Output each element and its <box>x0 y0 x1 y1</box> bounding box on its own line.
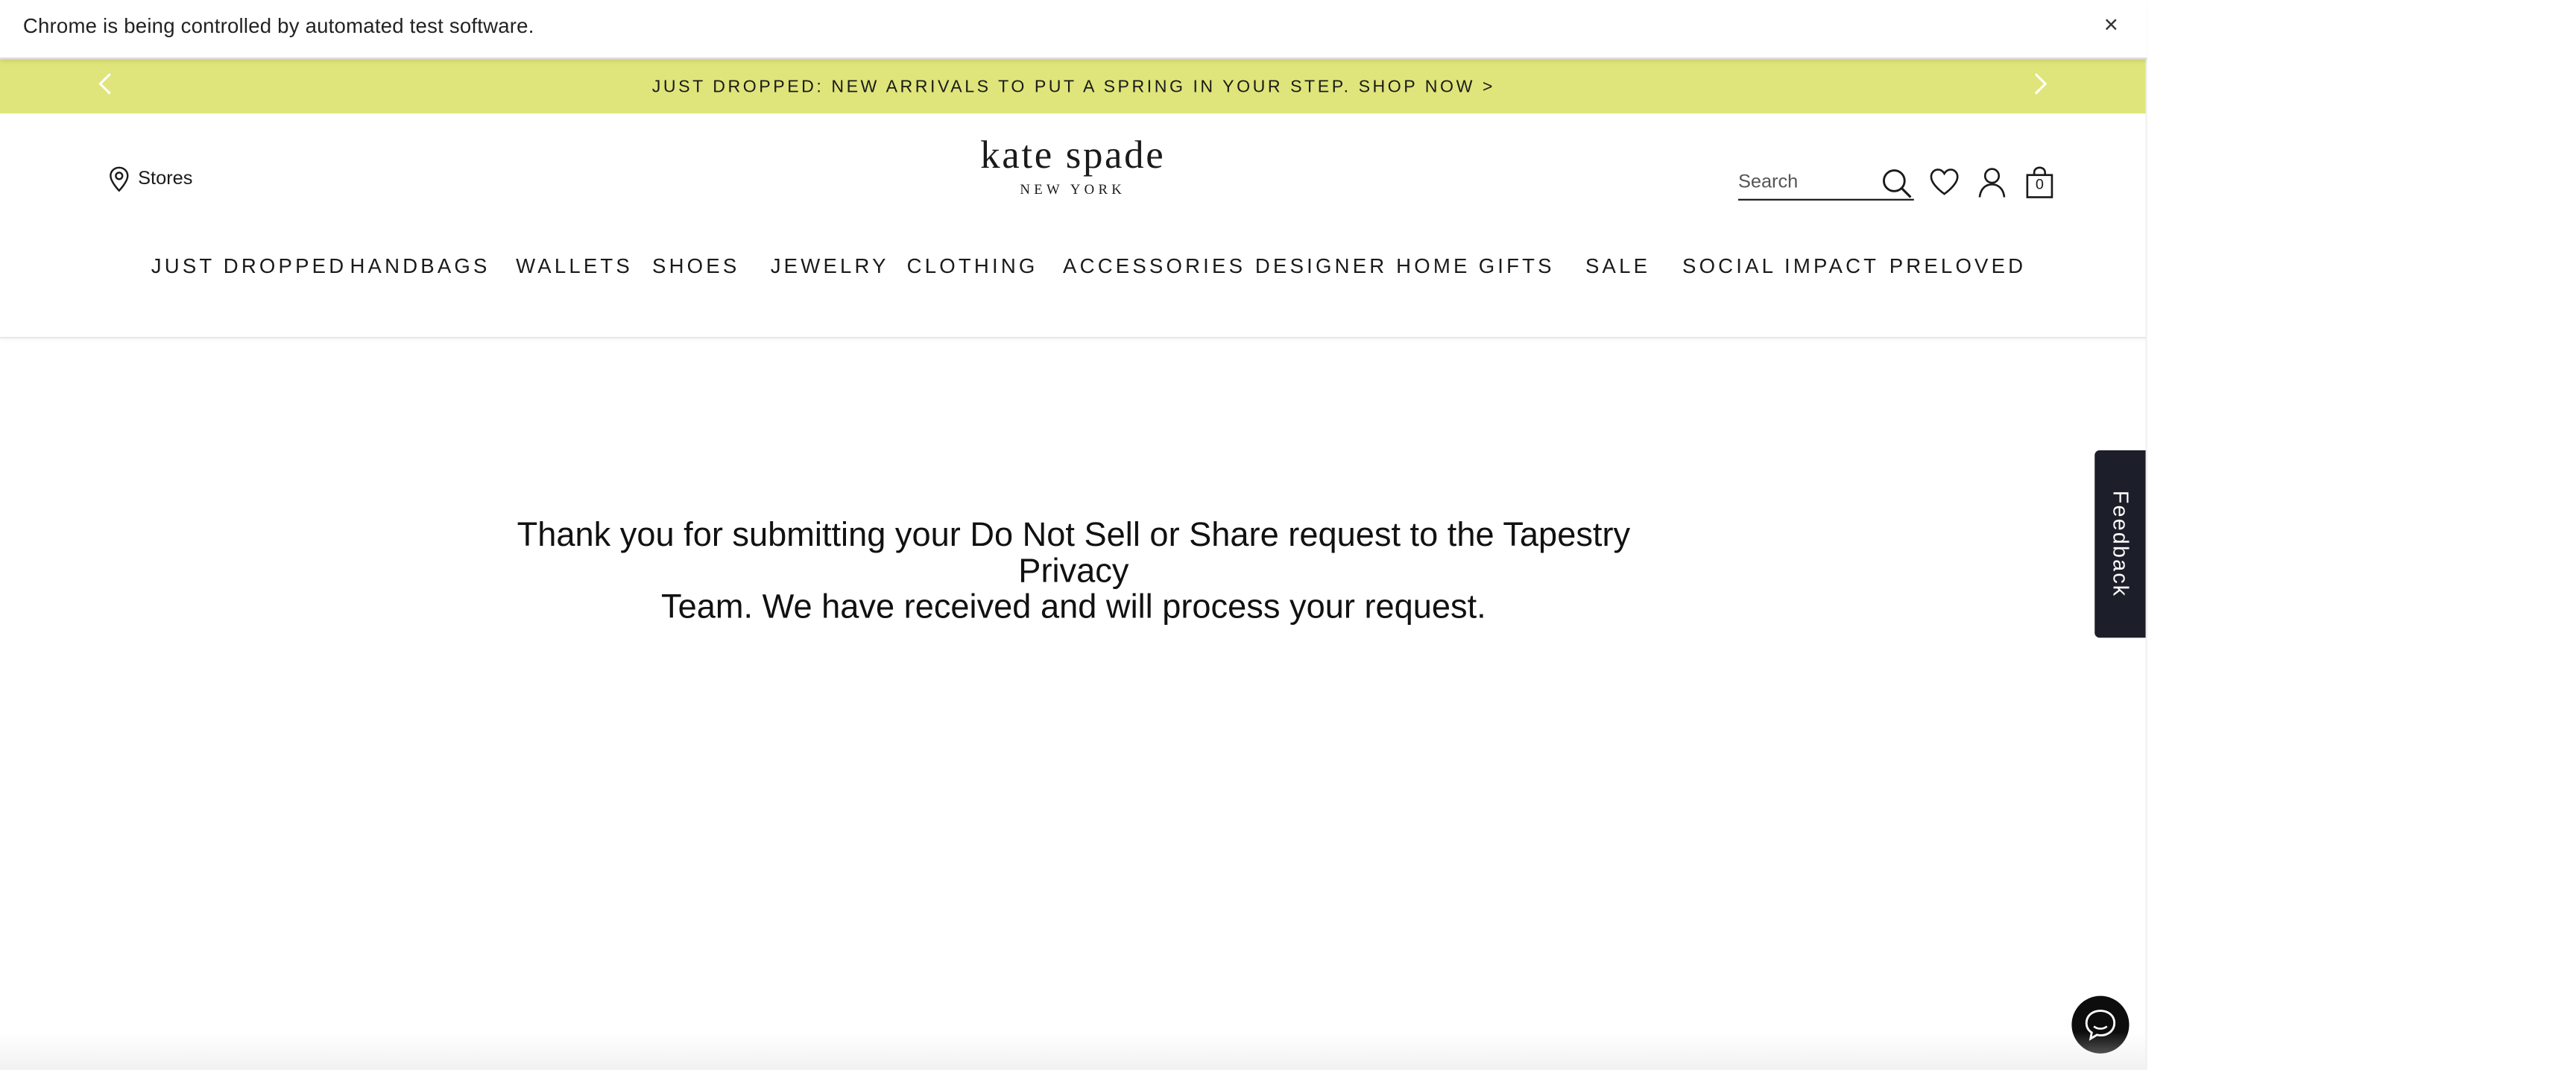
chat-button[interactable] <box>2071 995 2130 1054</box>
nav-item-social-impact[interactable]: SOCIAL IMPACT <box>1682 255 1879 278</box>
chevron-right-icon <box>2034 73 2048 95</box>
promo-next-button[interactable] <box>2026 71 2052 97</box>
confirmation-line-1: Thank you for submitting your Do Not Sel… <box>517 516 1631 591</box>
feedback-tab[interactable]: Feedback <box>2094 450 2147 638</box>
promo-text-link[interactable]: JUST DROPPED: NEW ARRIVALS TO PUT A SPRI… <box>0 78 2147 97</box>
bag-count: 0 <box>2035 175 2044 192</box>
nav-item-accessories[interactable]: ACCESSORIES <box>1063 255 1246 278</box>
logo-wordmark: kate spade <box>980 134 1166 178</box>
infobar-close-button[interactable]: × <box>2098 13 2124 40</box>
automation-infobar: Chrome is being controlled by automated … <box>0 0 2147 60</box>
stores-label: Stores <box>138 169 193 189</box>
screen: Chrome is being controlled by automated … <box>0 0 2576 1070</box>
bottom-fade <box>0 1032 2147 1070</box>
nav-item-handbags[interactable]: HANDBAGS <box>350 255 490 278</box>
nav-item-preloved[interactable]: PRELOVED <box>1890 255 2027 278</box>
nav-item-clothing[interactable]: CLOTHING <box>907 255 1038 278</box>
logo-subline: NEW YORK <box>1020 180 1126 198</box>
nav-item-shoes[interactable]: SHOES <box>652 255 739 278</box>
blank-gutter <box>2147 0 2576 1070</box>
search-icon[interactable] <box>1881 168 1913 199</box>
header-divider <box>0 336 2147 339</box>
heart-icon[interactable] <box>1929 166 1960 199</box>
feedback-label: Feedback <box>2108 490 2134 598</box>
browser-viewport: Chrome is being controlled by automated … <box>0 0 2576 1070</box>
confirmation-line-2: Team. We have received and will process … <box>661 588 1486 626</box>
nav-item-just-dropped[interactable]: JUST DROPPED <box>151 255 347 278</box>
search-box[interactable] <box>1737 166 1914 201</box>
nav-item-gifts[interactable]: GIFTS <box>1479 255 1555 278</box>
nav-item-designer-home[interactable]: DESIGNER HOME <box>1255 255 1471 278</box>
chat-bubble-icon <box>2085 1010 2116 1041</box>
promo-banner: JUST DROPPED: NEW ARRIVALS TO PUT A SPRI… <box>0 59 2147 114</box>
confirmation-message: Thank you for submitting your Do Not Sel… <box>476 517 1670 626</box>
account-icon[interactable] <box>1977 166 2008 199</box>
location-pin-icon <box>110 166 129 192</box>
stores-link[interactable]: Stores <box>108 166 192 192</box>
site-page: Chrome is being controlled by automated … <box>0 0 2147 1070</box>
search-input[interactable] <box>1737 169 1877 196</box>
nav-item-sale[interactable]: SALE <box>1585 255 1650 278</box>
nav-item-jewelry[interactable]: JEWELRY <box>771 255 889 278</box>
kate-spade-logo[interactable]: kate spade NEW YORK <box>909 133 1237 198</box>
main-navigation: JUST DROPPED HANDBAGS WALLETS SHOES JEWE… <box>0 255 2147 285</box>
shopping-bag-button[interactable]: 0 <box>2024 166 2055 199</box>
infobar-message: Chrome is being controlled by automated … <box>22 14 534 38</box>
nav-item-wallets[interactable]: WALLETS <box>516 255 633 278</box>
